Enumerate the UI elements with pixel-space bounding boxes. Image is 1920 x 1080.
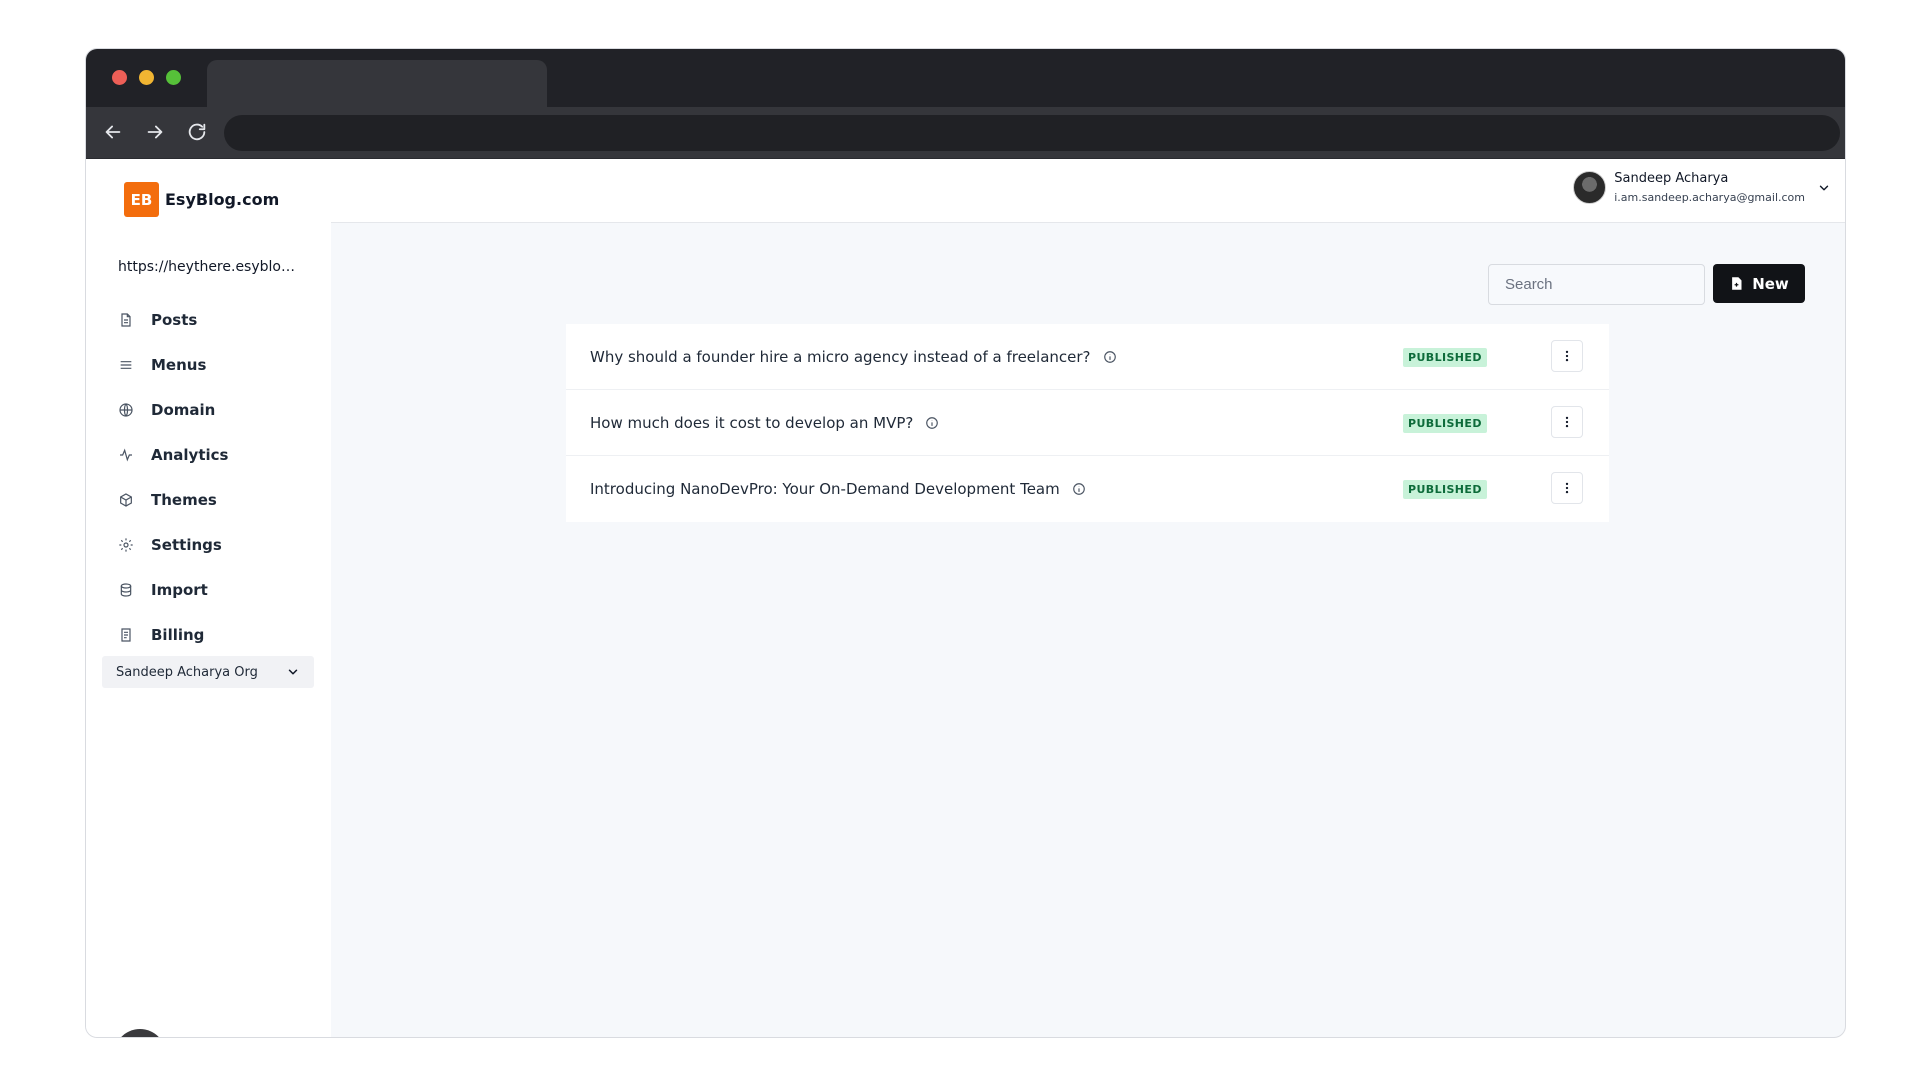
sidebar-item-domain[interactable]: Domain: [118, 387, 228, 432]
avatar: [1573, 171, 1607, 204]
browser-window: Sandeep Acharya i.am.sandeep.acharya@gma…: [85, 48, 1846, 1038]
maximize-window-button[interactable]: [166, 70, 181, 85]
address-bar[interactable]: [224, 115, 1840, 151]
logo[interactable]: EB EsyBlog.com: [124, 182, 279, 217]
forward-arrow-icon[interactable]: [142, 119, 168, 145]
gear-icon: [119, 537, 133, 552]
sidebar-item-posts[interactable]: Posts: [118, 297, 228, 342]
post-title[interactable]: How much does it cost to develop an MVP?: [590, 414, 913, 432]
org-selector[interactable]: Sandeep Acharya Org: [102, 656, 314, 688]
reload-icon[interactable]: [184, 119, 210, 145]
status-badge: PUBLISHED: [1403, 348, 1487, 367]
post-actions-button[interactable]: [1551, 406, 1583, 438]
browser-titlebar: [86, 49, 1845, 107]
post-actions-button[interactable]: [1551, 340, 1583, 372]
browser-toolbar: [86, 107, 1845, 159]
sidebar-item-analytics[interactable]: Analytics: [118, 432, 228, 477]
database-icon: [120, 582, 132, 597]
list-item[interactable]: Introducing NanoDevPro: Your On-Demand D…: [566, 456, 1609, 522]
sidebar-item-import[interactable]: Import: [118, 567, 228, 612]
back-arrow-icon[interactable]: [100, 119, 126, 145]
list-item[interactable]: Why should a founder hire a micro agency…: [566, 324, 1609, 390]
logo-text: EsyBlog.com: [165, 190, 280, 209]
minimize-window-button[interactable]: [139, 70, 154, 85]
posts-list: Why should a founder hire a micro agency…: [566, 324, 1609, 522]
sidebar-item-label: Import: [151, 580, 208, 599]
sidebar-item-label: Domain: [151, 400, 216, 419]
sidebar-item-label: Analytics: [151, 445, 229, 464]
sidebar-item-settings[interactable]: Settings: [118, 522, 228, 567]
post-title[interactable]: Why should a founder hire a micro agency…: [590, 348, 1091, 366]
new-button-label: New: [1752, 274, 1789, 293]
sidebar-item-label: Billing: [151, 625, 205, 644]
org-selector-label: Sandeep Acharya Org: [116, 664, 258, 680]
cube-icon: [120, 492, 132, 507]
site-url-link[interactable]: https://heythere.esyblog...: [118, 259, 298, 275]
info-icon[interactable]: [925, 416, 939, 430]
logo-badge: EB: [124, 182, 159, 217]
list-item[interactable]: How much does it cost to develop an MVP?…: [566, 390, 1609, 456]
more-vertical-icon: [1565, 350, 1569, 362]
activity-icon: [120, 448, 132, 461]
user-menu[interactable]: Sandeep Acharya i.am.sandeep.acharya@gma…: [1573, 171, 1831, 204]
info-icon[interactable]: [1072, 482, 1086, 496]
app-area: Sandeep Acharya i.am.sandeep.acharya@gma…: [86, 159, 1845, 1037]
top-bar: Sandeep Acharya i.am.sandeep.acharya@gma…: [86, 159, 1845, 223]
help-avatar[interactable]: [114, 1029, 166, 1037]
sidebar-item-billing[interactable]: Billing: [118, 612, 228, 657]
menu-icon: [120, 360, 132, 369]
browser-tab[interactable]: [207, 60, 547, 107]
user-name: Sandeep Acharya: [1614, 171, 1729, 186]
new-document-icon: [1732, 277, 1742, 290]
new-post-button[interactable]: New: [1713, 264, 1805, 303]
sidebar-item-menus[interactable]: Menus: [118, 342, 228, 387]
post-title[interactable]: Introducing NanoDevPro: Your On-Demand D…: [590, 480, 1060, 498]
more-vertical-icon: [1565, 482, 1569, 494]
sidebar-item-label: Posts: [151, 310, 198, 329]
globe-icon: [119, 402, 133, 417]
user-email: i.am.sandeep.acharya@gmail.com: [1614, 191, 1805, 204]
sidebar-menu: Posts Menus Domain Analytics Themes Sett…: [118, 297, 228, 657]
info-icon[interactable]: [1103, 350, 1117, 364]
chevron-down-icon: [1819, 185, 1829, 190]
post-actions-button[interactable]: [1551, 472, 1583, 504]
sidebar-item-label: Themes: [151, 490, 217, 509]
user-info: Sandeep Acharya i.am.sandeep.acharya@gma…: [1614, 171, 1805, 204]
receipt-icon: [121, 627, 131, 642]
close-window-button[interactable]: [112, 70, 127, 85]
status-badge: PUBLISHED: [1403, 480, 1487, 499]
chevron-down-icon: [288, 669, 298, 675]
status-badge: PUBLISHED: [1403, 414, 1487, 433]
sidebar-item-themes[interactable]: Themes: [118, 477, 228, 522]
sidebar: EB EsyBlog.com https://heythere.esyblog.…: [86, 159, 331, 1037]
more-vertical-icon: [1565, 416, 1569, 428]
sidebar-item-label: Settings: [151, 535, 222, 554]
sidebar-item-label: Menus: [151, 355, 207, 374]
document-icon: [121, 312, 131, 327]
search-input[interactable]: [1488, 264, 1705, 305]
